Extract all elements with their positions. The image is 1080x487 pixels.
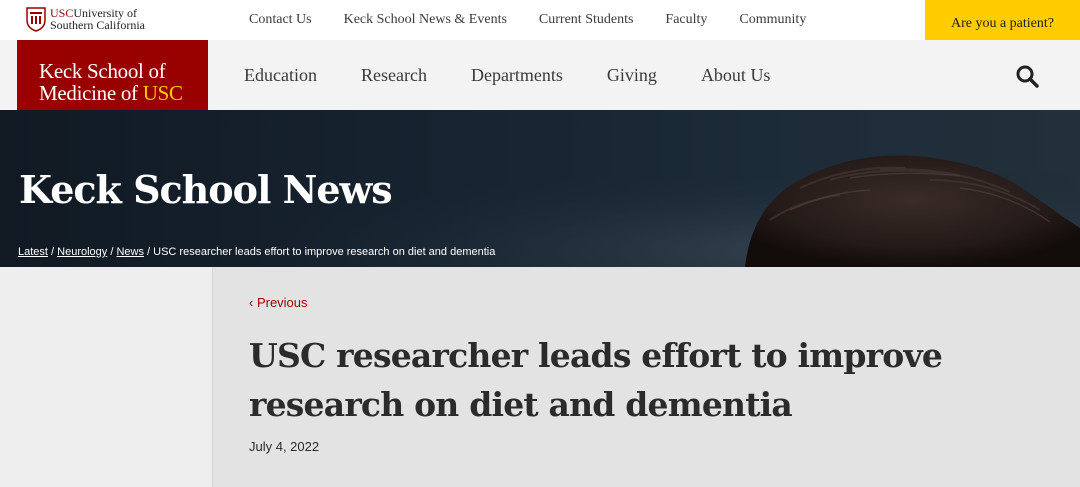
breadcrumb-link-neurology[interactable]: Neurology bbox=[57, 246, 107, 258]
breadcrumb-separator: / bbox=[143, 246, 154, 258]
hero-banner: Keck School News Latest / Neurology / Ne… bbox=[0, 110, 1080, 267]
breadcrumb: Latest / Neurology / News / USC research… bbox=[18, 246, 495, 258]
breadcrumb-link-latest[interactable]: Latest bbox=[18, 246, 48, 258]
article-area: ‹ Previous USC researcher leads effort t… bbox=[0, 267, 1080, 487]
nav-item-departments[interactable]: Departments bbox=[471, 65, 563, 86]
primary-menu: Education Research Departments Giving Ab… bbox=[244, 40, 814, 110]
breadcrumb-separator: / bbox=[47, 246, 58, 258]
keck-logo-usc: USC bbox=[142, 81, 183, 105]
nav-item-education[interactable]: Education bbox=[244, 65, 317, 86]
nav-item-about-us[interactable]: About Us bbox=[701, 65, 771, 86]
article-title: USC researcher leads effort to improve r… bbox=[249, 336, 943, 424]
keck-logo-line2: Medicine of USC bbox=[39, 82, 208, 104]
nav-item-giving[interactable]: Giving bbox=[607, 65, 657, 86]
usc-wordmark-line2: Southern California bbox=[50, 18, 145, 32]
previous-link[interactable]: ‹ Previous bbox=[249, 295, 308, 310]
main-nav: Keck School of Medicine of USC Education… bbox=[0, 40, 1080, 122]
nav-item-research[interactable]: Research bbox=[361, 65, 427, 86]
util-link-contact-us[interactable]: Contact Us bbox=[249, 12, 312, 28]
keck-logo-line2-prefix: Medicine of bbox=[39, 81, 143, 105]
utility-nav: Contact Us Keck School News & Events Cur… bbox=[249, 0, 838, 40]
article-date: July 4, 2022 bbox=[249, 439, 320, 454]
usc-logo[interactable]: USCUniversity of Southern California bbox=[26, 5, 145, 33]
util-link-community[interactable]: Community bbox=[739, 12, 806, 28]
usc-wordmark: USCUniversity of Southern California bbox=[50, 7, 145, 31]
search-icon[interactable] bbox=[1015, 64, 1039, 88]
usc-seal-icon bbox=[26, 7, 46, 32]
util-link-current-students[interactable]: Current Students bbox=[539, 12, 634, 28]
breadcrumb-link-news[interactable]: News bbox=[116, 246, 144, 258]
keck-logo-line1: Keck School of bbox=[39, 59, 166, 83]
util-link-news-events[interactable]: Keck School News & Events bbox=[344, 12, 507, 28]
util-link-faculty[interactable]: Faculty bbox=[665, 12, 707, 28]
hero-title: Keck School News bbox=[19, 167, 393, 212]
utility-bar: USCUniversity of Southern California Con… bbox=[0, 0, 1080, 47]
left-rail bbox=[0, 267, 213, 487]
breadcrumb-current: USC researcher leads effort to improve r… bbox=[153, 246, 496, 258]
